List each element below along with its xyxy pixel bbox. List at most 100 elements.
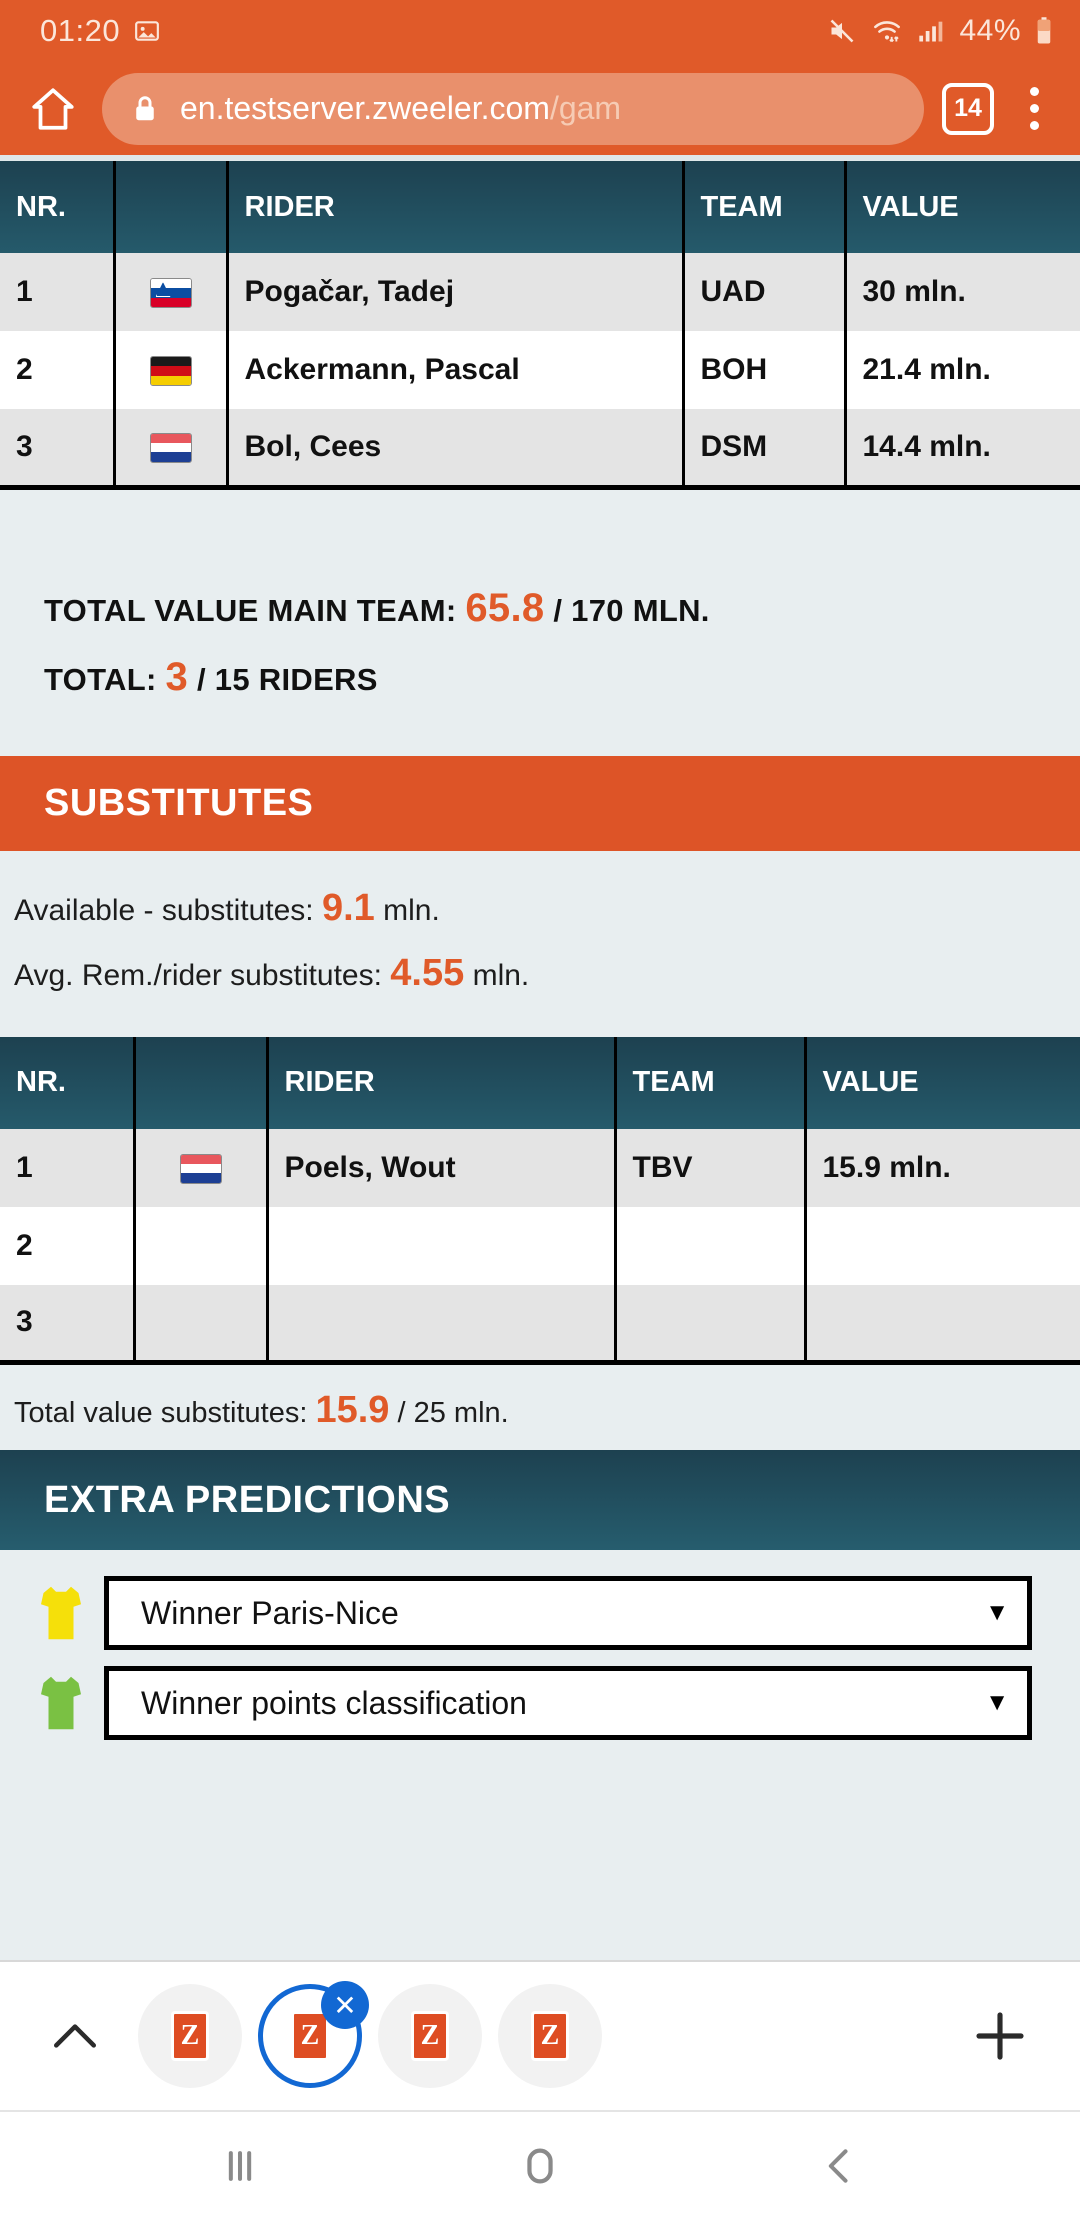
browser-menu-button[interactable] <box>1012 78 1056 140</box>
mute-icon <box>831 19 854 43</box>
zweeler-logo-icon: Z <box>411 2011 449 2061</box>
winner-paris-nice-select[interactable]: Winner Paris-Nice ▼ <box>104 1576 1032 1650</box>
available-unit: mln. <box>383 893 440 927</box>
cell-team <box>613 1284 805 1365</box>
prediction-row-winner-paris-nice: Winner Paris-Nice ▼ <box>0 1576 1080 1666</box>
table-row[interactable]: 2 <box>0 1206 1080 1285</box>
back-chevron-icon <box>828 2149 848 2183</box>
column-header-nr: NR. <box>0 161 114 253</box>
tab-item-3[interactable]: Z <box>378 1984 482 2088</box>
total-suffix: / 15 RIDERS <box>196 661 378 697</box>
recents-button[interactable] <box>185 2144 295 2188</box>
cell-flag <box>132 1206 267 1285</box>
url-text: en.testserver.zweeler.com/gam <box>180 90 621 127</box>
cell-flag <box>112 253 227 331</box>
zweeler-logo-icon: Z <box>531 2011 569 2061</box>
cell-rider: Poels, Wout <box>265 1128 615 1207</box>
android-nav-bar <box>0 2112 1080 2220</box>
tab-count-button[interactable]: 14 <box>942 82 994 135</box>
flag-slovenia-icon <box>149 278 192 309</box>
table-row[interactable]: 3 <box>0 1284 1080 1365</box>
expand-tabs-button[interactable] <box>40 2021 110 2051</box>
cell-flag <box>132 1284 267 1365</box>
total-value-line: TOTAL VALUE MAIN TEAM: 65.8 / 170 MLN. <box>44 586 1036 631</box>
cell-rider: Ackermann, Pascal <box>225 331 683 409</box>
lock-icon <box>136 95 154 120</box>
home-circle-icon <box>527 2148 553 2184</box>
substitutes-section-header: SUBSTITUTES <box>0 755 1080 851</box>
table-row[interactable]: 1 Pogačar, Tadej UAD 30 mln. <box>0 253 1080 331</box>
cell-team: DSM <box>681 409 845 490</box>
green-jersey-icon <box>41 1676 81 1730</box>
extra-predictions-title: EXTRA PREDICTIONS <box>44 1478 451 1521</box>
cell-team: BOH <box>681 331 845 409</box>
plus-icon <box>976 2012 1024 2060</box>
status-bar-left: 01:20 <box>40 13 160 49</box>
available-value: 9.1 <box>321 886 375 929</box>
url-bar[interactable]: en.testserver.zweeler.com/gam <box>102 72 924 145</box>
substitutes-total-value: 15.9 <box>315 1389 390 1431</box>
flag-germany-icon <box>149 356 192 387</box>
cell-nr: 2 <box>0 331 114 409</box>
kebab-dot <box>1029 104 1039 113</box>
signal-icon <box>919 21 943 42</box>
winner-points-classification-select[interactable]: Winner points classification ▼ <box>104 1666 1032 1740</box>
cell-rider: Bol, Cees <box>225 409 683 490</box>
phone-screen: 01:20 44% en.testserver.zweeler.com/gam … <box>0 0 1080 2220</box>
column-header-value: VALUE <box>843 161 1080 253</box>
select-label: Winner Paris-Nice <box>141 1594 399 1631</box>
main-team-header-row: NR. RIDER TEAM VALUE <box>0 161 1080 253</box>
main-team-totals: TOTAL VALUE MAIN TEAM: 65.8 / 170 MLN. T… <box>0 489 1080 734</box>
table-row[interactable]: 3 Bol, Cees DSM 14.4 mln. <box>0 409 1080 490</box>
column-header-team: TEAM <box>613 1036 805 1129</box>
total-value-amount: 65.8 <box>465 585 545 630</box>
table-row[interactable]: 1 Poels, Wout TBV 15.9 mln. <box>0 1128 1080 1207</box>
column-header-rider: RIDER <box>225 161 683 253</box>
kebab-dot <box>1029 121 1039 130</box>
total-count: 3 <box>165 654 189 699</box>
substitutes-total-suffix: / 25 mln. <box>397 1397 509 1429</box>
tab-list: Z Z ✕ Z Z <box>138 1981 602 2088</box>
column-header-flag <box>132 1036 267 1129</box>
cell-value: 30 mln. <box>843 253 1080 331</box>
cell-nr: 2 <box>0 1206 134 1285</box>
cell-rider <box>265 1206 615 1285</box>
zweeler-logo-icon: Z <box>291 2011 329 2061</box>
home-button[interactable] <box>485 2143 595 2189</box>
avg-value: 4.55 <box>390 951 465 994</box>
web-page-content: NR. RIDER TEAM VALUE 1 Pogačar, Tadej UA… <box>0 155 1080 1960</box>
avg-unit: mln. <box>472 958 530 992</box>
cell-flag <box>112 409 227 490</box>
substitutes-table: NR. RIDER TEAM VALUE 1 Poels, Wout TBV 1… <box>0 1036 1080 1365</box>
browser-tab-strip: Z Z ✕ Z Z <box>0 1960 1080 2112</box>
home-button[interactable] <box>22 78 84 140</box>
substitutes-total-label: Total value substitutes: <box>14 1397 308 1429</box>
cell-rider: Pogačar, Tadej <box>225 253 683 331</box>
avg-label: Avg. Rem./rider substitutes: <box>14 958 382 992</box>
available-label: Available - substitutes: <box>14 893 314 927</box>
avg-remaining-line: Avg. Rem./rider substitutes: 4.55 mln. <box>14 952 1066 995</box>
cell-value <box>803 1284 1080 1365</box>
cell-rider <box>265 1284 615 1365</box>
back-button[interactable] <box>785 2144 895 2188</box>
cell-value <box>803 1206 1080 1285</box>
total-value-label: TOTAL VALUE MAIN TEAM: <box>44 592 457 628</box>
battery-icon <box>1037 17 1051 44</box>
extra-predictions-list: Winner Paris-Nice ▼ Winner points classi… <box>0 1550 1080 1756</box>
cell-value: 21.4 mln. <box>843 331 1080 409</box>
status-clock: 01:20 <box>40 13 121 48</box>
prediction-row-winner-points-classification: Winner points classification ▼ <box>0 1666 1080 1756</box>
new-tab-button[interactable] <box>960 2008 1040 2064</box>
kebab-dot <box>1029 87 1039 96</box>
table-row[interactable]: 2 Ackermann, Pascal BOH 21.4 mln. <box>0 331 1080 409</box>
tab-item-1[interactable]: Z <box>138 1984 242 2088</box>
column-header-flag <box>112 161 227 253</box>
cell-nr: 1 <box>0 1128 134 1207</box>
tab-item-4[interactable]: Z <box>498 1984 602 2088</box>
close-icon[interactable]: ✕ <box>321 1981 369 2029</box>
cell-nr: 3 <box>0 409 114 490</box>
tab-item-2-active[interactable]: Z ✕ <box>258 1981 369 2088</box>
column-header-value: VALUE <box>803 1036 1080 1129</box>
cell-nr: 3 <box>0 1284 134 1365</box>
flag-netherlands-icon <box>179 1153 222 1184</box>
